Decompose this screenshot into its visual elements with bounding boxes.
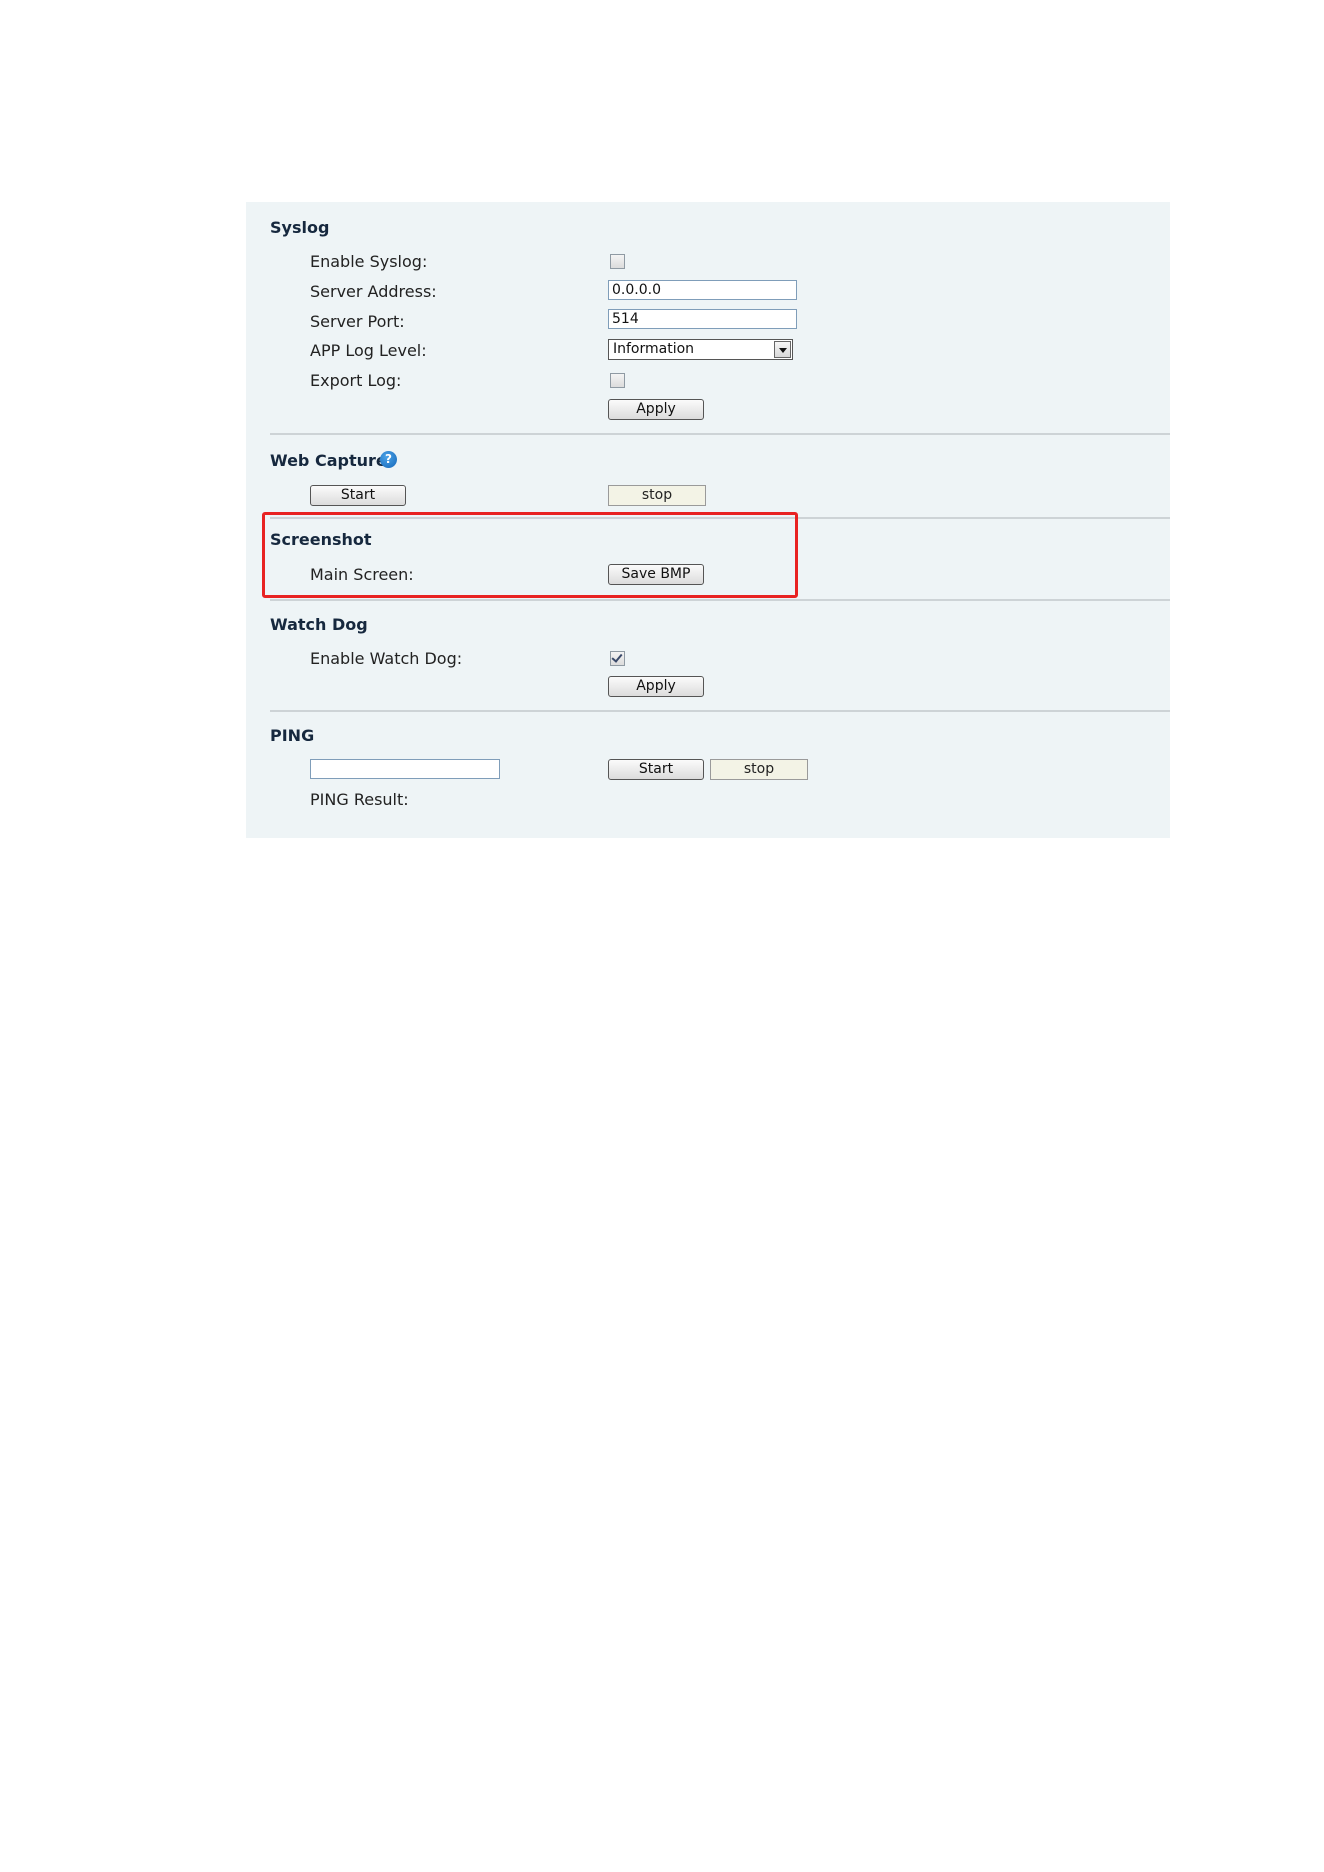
help-icon[interactable]: ? — [380, 451, 397, 468]
ping-start-button[interactable]: Start — [608, 759, 704, 780]
syslog-apply-button[interactable]: Apply — [608, 399, 704, 420]
enable-watch-dog-checkbox[interactable] — [610, 651, 625, 666]
export-log-checkbox[interactable] — [610, 373, 625, 388]
server-address-label: Server Address: — [310, 282, 437, 301]
screenshot-highlight-box — [262, 512, 798, 598]
divider — [270, 433, 1170, 435]
app-log-level-select[interactable]: Information — [608, 339, 793, 360]
chevron-down-icon[interactable] — [774, 341, 791, 358]
ping-result-label: PING Result: — [310, 790, 409, 809]
app-log-level-value: Information — [613, 341, 695, 357]
web-capture-start-button[interactable]: Start — [310, 485, 406, 506]
web-capture-title-text: Web Capture — [270, 451, 387, 470]
enable-watch-dog-label: Enable Watch Dog: — [310, 649, 463, 668]
ping-section-title: PING — [270, 726, 315, 745]
server-port-input[interactable]: 514 — [608, 309, 797, 329]
enable-syslog-checkbox[interactable] — [610, 254, 625, 269]
watch-dog-section-title: Watch Dog — [270, 615, 368, 634]
web-capture-section-title: Web Capture — [270, 451, 387, 470]
ping-address-input[interactable] — [310, 759, 500, 779]
server-address-input[interactable]: 0.0.0.0 — [608, 280, 797, 300]
enable-syslog-label: Enable Syslog: — [310, 252, 428, 271]
divider — [270, 599, 1170, 601]
web-capture-stop-button[interactable]: stop — [608, 485, 706, 506]
export-log-label: Export Log: — [310, 371, 402, 390]
server-port-label: Server Port: — [310, 312, 405, 331]
app-log-level-label: APP Log Level: — [310, 341, 427, 360]
syslog-section-title: Syslog — [270, 218, 330, 237]
divider — [270, 710, 1170, 712]
ping-stop-button[interactable]: stop — [710, 759, 808, 780]
watch-dog-apply-button[interactable]: Apply — [608, 676, 704, 697]
